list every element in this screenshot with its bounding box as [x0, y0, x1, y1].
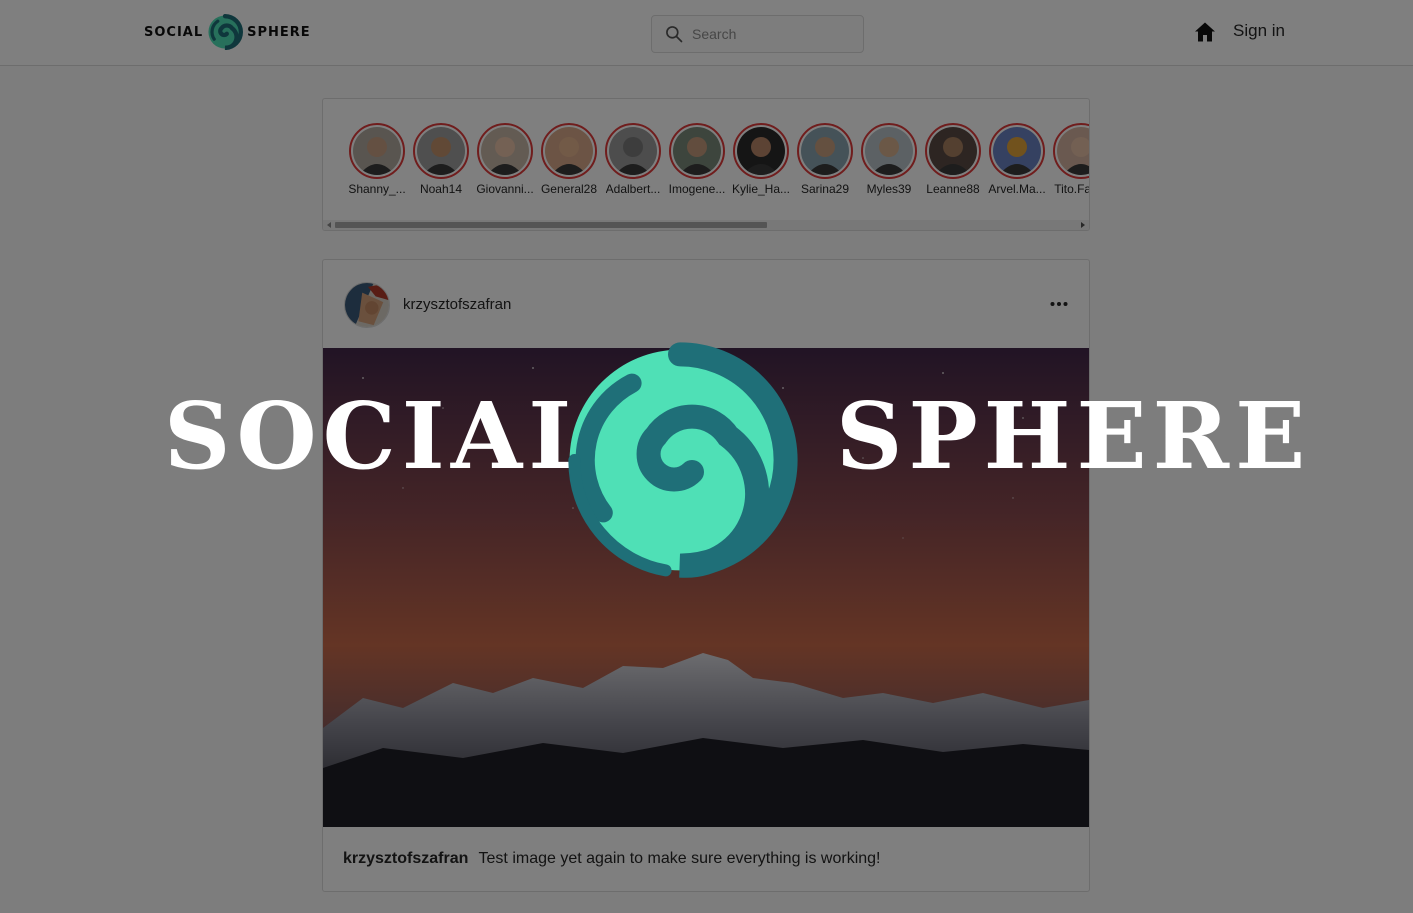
splash-overlay: SOCIAL SPHERE: [0, 0, 1413, 913]
social-sphere-logo-icon: [568, 342, 798, 578]
splash-text-social: SOCIAL: [164, 382, 599, 490]
splash-text-sphere: SPHERE: [836, 382, 1312, 490]
splash-logo-group: SOCIAL SPHERE: [0, 330, 1413, 580]
